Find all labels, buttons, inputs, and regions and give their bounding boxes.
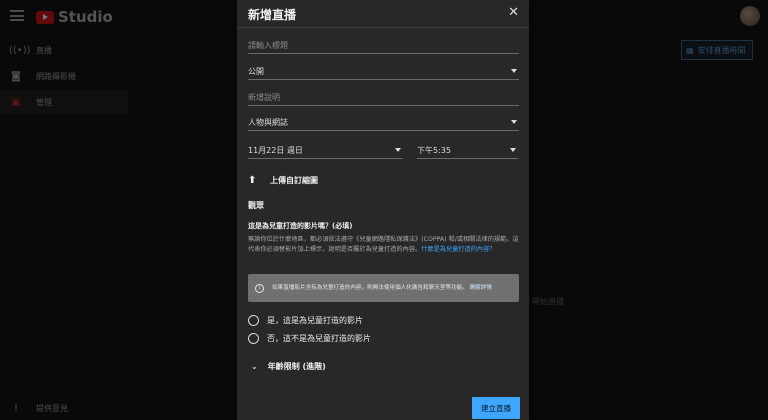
upload-thumbnail-label: 上傳自訂縮圖: [270, 176, 318, 185]
radio-made-for-kids-no[interactable]: 否，這不是為兒童打造的影片: [248, 333, 371, 344]
close-icon[interactable]: ✕: [508, 5, 519, 20]
made-for-kids-link[interactable]: 什麼是為兒童打造的內容？: [421, 246, 495, 253]
radio-circle-icon: [248, 333, 259, 344]
category-value: 人物與網誌: [248, 117, 288, 127]
description-input[interactable]: 新增說明: [248, 89, 519, 106]
upload-icon: ⬆: [248, 175, 257, 186]
description-placeholder: 新增說明: [248, 92, 280, 102]
title-input[interactable]: 請輸入標題: [248, 37, 519, 54]
age-restriction-toggle[interactable]: ⌄ 年齡限制 (進階): [251, 361, 326, 372]
audience-section-title: 觀眾: [248, 201, 264, 210]
dialog-header: 新增直播 ✕: [237, 0, 529, 28]
date-value: 11月22日 週日: [248, 145, 303, 155]
upload-thumbnail-button[interactable]: ⬆ 上傳自訂縮圖: [248, 175, 318, 186]
page: Studio ((•)) 直播 ◙ 網路攝影機 ▣ 管理 ! 提供意見 ▦ 安排…: [0, 0, 768, 420]
notice-text-wrapper: 如果直播影片含有為兒童打造的內容，則無法使用個人化廣告和聊天室等功能。 瞭解詳情: [272, 284, 517, 292]
new-stream-dialog: 新增直播 ✕ 請輸入標題 公開 新增說明 人物與網誌 11月22日 週日 下午5…: [237, 0, 529, 420]
radio-circle-icon: [248, 315, 259, 326]
dialog-title: 新增直播: [248, 8, 297, 22]
made-for-kids-description: 無論你位於什麼地區，都必須依法遵守《兒童網路隱私保護法》(COPPA) 和/或相…: [248, 235, 519, 255]
caret-down-icon: [510, 148, 516, 152]
notice-text: 如果直播影片含有為兒童打造的內容，則無法使用個人化廣告和聊天室等功能。: [272, 285, 468, 291]
create-stream-button[interactable]: 建立直播: [472, 397, 520, 419]
radio-made-for-kids-yes[interactable]: 是，這是為兒童打造的影片: [248, 315, 363, 326]
age-restriction-label: 年齡限制 (進階): [267, 362, 326, 371]
info-icon: i: [255, 283, 264, 293]
visibility-value: 公開: [248, 66, 264, 76]
kids-content-notice: i 如果直播影片含有為兒童打造的內容，則無法使用個人化廣告和聊天室等功能。 瞭解…: [248, 274, 519, 302]
chevron-down-icon: ⌄: [251, 362, 258, 371]
category-select[interactable]: 人物與網誌: [248, 114, 519, 131]
caret-down-icon: [395, 148, 401, 152]
visibility-select[interactable]: 公開: [248, 63, 519, 80]
time-value: 下午5:35: [417, 145, 451, 155]
radio-label: 否，這不是為兒童打造的影片: [267, 334, 371, 343]
time-select[interactable]: 下午5:35: [417, 142, 518, 159]
radio-label: 是，這是為兒童打造的影片: [267, 316, 363, 325]
title-placeholder: 請輸入標題: [248, 40, 288, 50]
caret-down-icon: [511, 120, 517, 124]
caret-down-icon: [511, 69, 517, 73]
learn-more-link[interactable]: 瞭解詳情: [470, 285, 492, 291]
date-select[interactable]: 11月22日 週日: [248, 142, 403, 159]
made-for-kids-question: 這是為兒童打造的影片嗎？(必填): [248, 222, 353, 230]
